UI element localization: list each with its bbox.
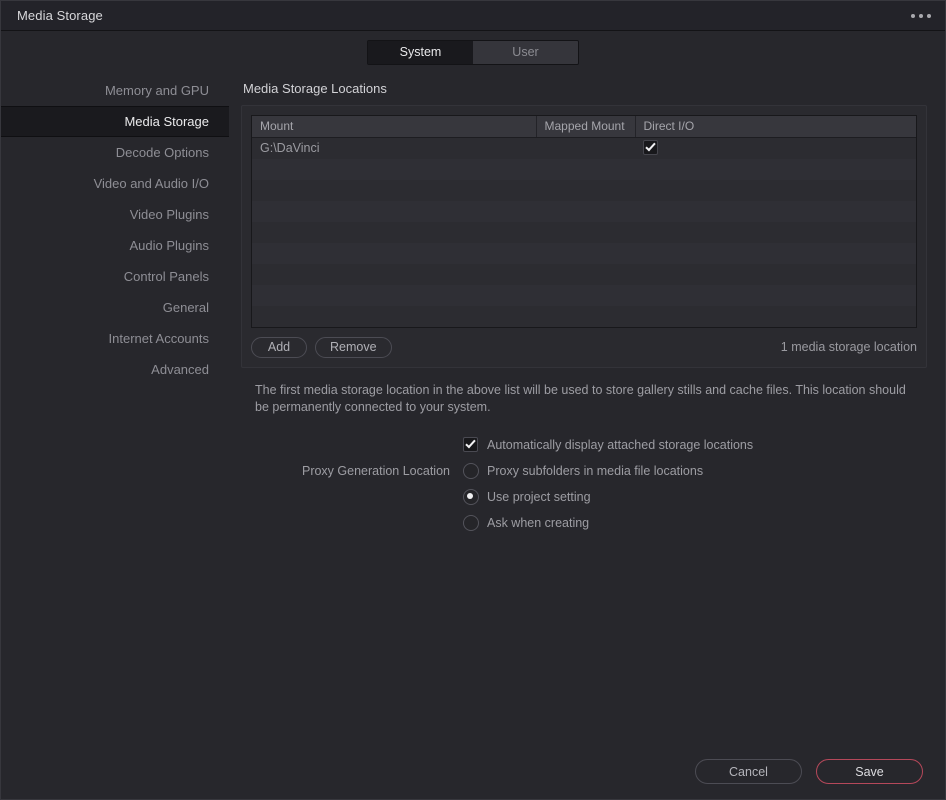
table-row-empty <box>252 242 916 264</box>
use-project-setting-control <box>462 488 479 505</box>
sidebar-item-internet-accounts[interactable]: Internet Accounts <box>1 323 229 354</box>
table-actions: Add Remove 1 media storage location <box>251 336 917 358</box>
tab-group: System User <box>367 39 579 65</box>
sidebar-item-advanced[interactable]: Advanced <box>1 354 229 385</box>
footer-bar: Cancel Save <box>1 743 945 799</box>
radio-use-project-setting-label[interactable]: Use project setting <box>487 490 591 504</box>
storage-table: Mount Mapped Mount Direct I/O G:\DaVinci <box>252 116 916 327</box>
option-row-auto-display: Automatically display attached storage l… <box>241 432 927 458</box>
tab-system[interactable]: System <box>368 40 473 64</box>
tab-user[interactable]: User <box>473 40 578 64</box>
column-header-direct-io[interactable]: Direct I/O <box>635 116 916 138</box>
cancel-button[interactable]: Cancel <box>695 758 802 784</box>
auto-display-label[interactable]: Automatically display attached storage l… <box>487 438 753 452</box>
direct-io-checkbox[interactable] <box>643 140 658 156</box>
sidebar-item-memory-and-gpu[interactable]: Memory and GPU <box>1 75 229 106</box>
table-row-empty <box>252 284 916 306</box>
column-header-mapped-mount[interactable]: Mapped Mount <box>536 116 636 138</box>
table-row-empty <box>252 222 916 243</box>
radio-proxy-subfolders[interactable] <box>462 462 479 479</box>
table-row-empty <box>252 158 916 180</box>
sidebar-item-decode-options[interactable]: Decode Options <box>1 137 229 168</box>
table-row-empty <box>252 306 916 327</box>
tab-bar: System User <box>1 31 945 73</box>
title-bar: Media Storage <box>1 1 945 31</box>
table-row-empty <box>252 264 916 285</box>
table-header-row: Mount Mapped Mount Direct I/O <box>252 116 916 138</box>
sidebar: Memory and GPU Media Storage Decode Opti… <box>1 73 229 743</box>
remove-button[interactable]: Remove <box>315 336 392 358</box>
save-button[interactable]: Save <box>816 758 923 784</box>
dialog-body: Memory and GPU Media Storage Decode Opti… <box>1 73 945 743</box>
ask-when-creating-control <box>462 514 479 531</box>
proxy-subfolders-control <box>462 462 479 479</box>
column-header-mount[interactable]: Mount <box>252 116 537 138</box>
sidebar-item-video-and-audio-io[interactable]: Video and Audio I/O <box>1 168 229 199</box>
storage-table-wrap: Mount Mapped Mount Direct I/O G:\DaVinci <box>251 115 917 328</box>
cell-direct-io <box>635 138 916 159</box>
table-row-empty <box>252 180 916 201</box>
auto-display-control <box>462 437 479 452</box>
radio-proxy-subfolders-label[interactable]: Proxy subfolders in media file locations <box>487 464 703 478</box>
table-row-empty <box>252 200 916 222</box>
radio-ask-when-creating-label[interactable]: Ask when creating <box>487 516 589 530</box>
section-title: Media Storage Locations <box>243 81 387 96</box>
radio-ask-when-creating[interactable] <box>462 514 479 531</box>
table-row[interactable]: G:\DaVinci <box>252 138 916 159</box>
auto-display-checkbox[interactable] <box>463 437 478 452</box>
description-text: The first media storage location in the … <box>255 382 906 414</box>
cell-mapped-mount <box>536 138 635 159</box>
cell-mount: G:\DaVinci <box>260 140 320 155</box>
sidebar-item-media-storage[interactable]: Media Storage <box>1 106 229 137</box>
preferences-window: Media Storage System User Memory and GPU… <box>0 0 946 800</box>
options-group: Automatically display attached storage l… <box>241 432 927 536</box>
content-pane: Media Storage Locations Mount Mapped Mou… <box>229 73 945 743</box>
sidebar-item-control-panels[interactable]: Control Panels <box>1 261 229 292</box>
add-button[interactable]: Add <box>251 336 307 358</box>
sidebar-item-general[interactable]: General <box>1 292 229 323</box>
option-row-use-project-setting: Use project setting <box>241 484 927 510</box>
window-title: Media Storage <box>17 8 103 23</box>
ellipsis-icon[interactable] <box>909 8 933 24</box>
radio-use-project-setting[interactable] <box>462 488 479 505</box>
media-storage-groupbox: Mount Mapped Mount Direct I/O G:\DaVinci <box>241 105 927 368</box>
proxy-generation-label: Proxy Generation Location <box>301 463 450 478</box>
option-row-proxy-subfolders: Proxy Generation Location Proxy subfolde… <box>241 458 927 484</box>
sidebar-item-video-plugins[interactable]: Video Plugins <box>1 199 229 230</box>
sidebar-item-audio-plugins[interactable]: Audio Plugins <box>1 230 229 261</box>
option-row-ask-when-creating: Ask when creating <box>241 510 927 536</box>
storage-count-label: 1 media storage location <box>780 340 917 354</box>
